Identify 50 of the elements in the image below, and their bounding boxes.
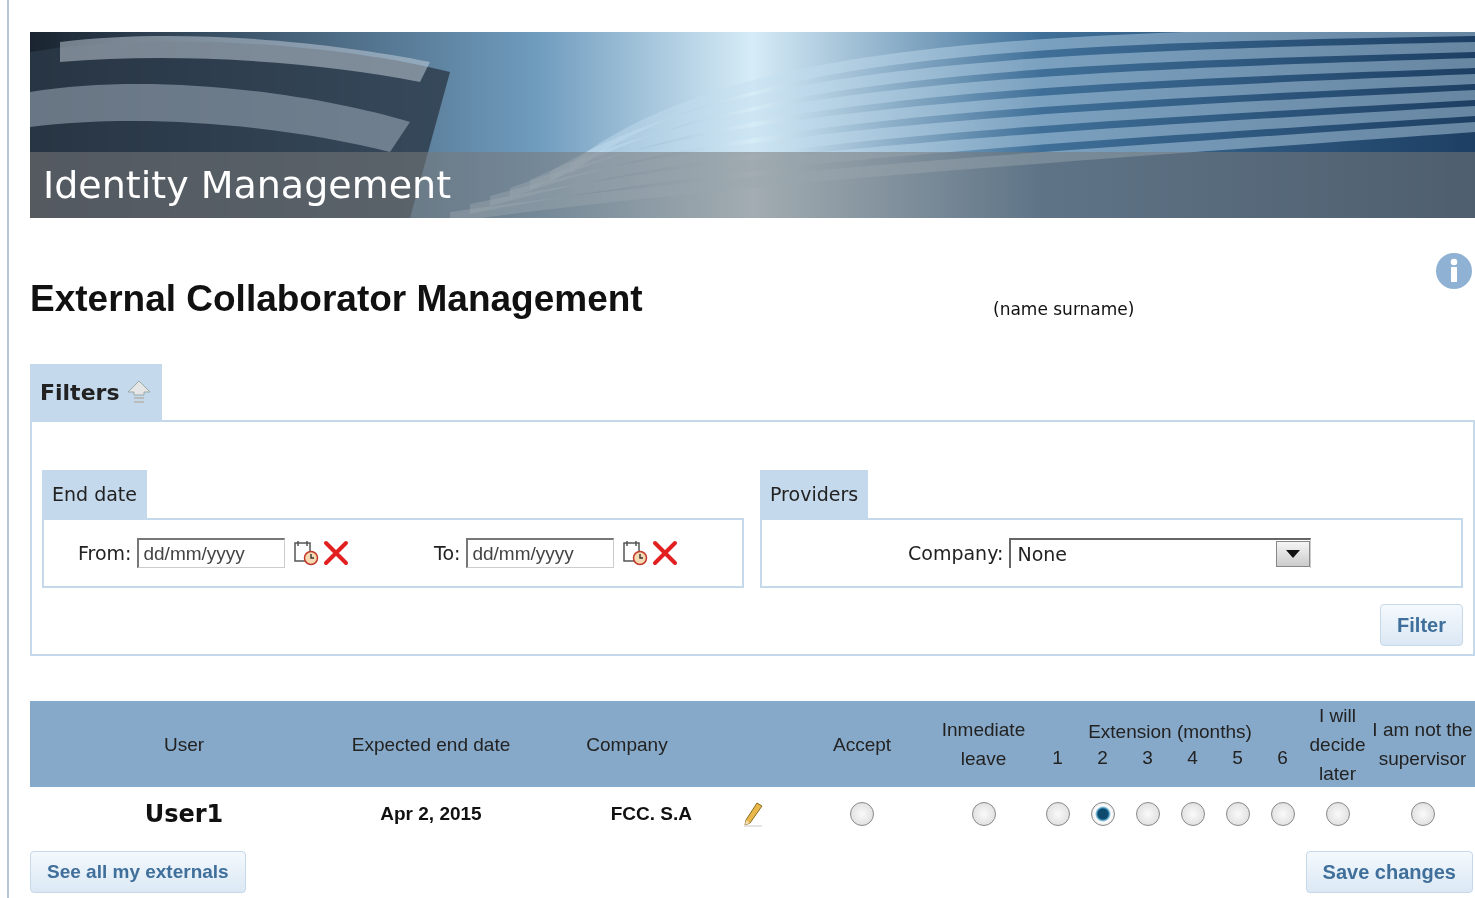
field-label: From: — [78, 542, 132, 564]
caret-icon — [1286, 550, 1301, 558]
column-header: Extension (months) — [1087, 720, 1253, 743]
section-label: Providers — [760, 470, 869, 518]
pencil-icon[interactable] — [742, 801, 764, 827]
see-all-button[interactable]: See all my externals — [30, 851, 246, 893]
radio-button[interactable] — [1180, 802, 1205, 826]
user-name: (name surname) — [993, 299, 1135, 319]
radio-button[interactable] — [1135, 802, 1160, 826]
field-label: Company: — [908, 542, 1004, 564]
info-icon[interactable] — [1435, 252, 1473, 292]
radio-button[interactable] — [1410, 802, 1435, 826]
radio-button[interactable] — [1090, 802, 1115, 826]
field-label: To: — [434, 542, 461, 564]
table-cell-text: FCC. S.A — [609, 802, 693, 826]
column-header: I am not the supervisor — [1371, 718, 1474, 771]
column-header: 6 — [1276, 746, 1289, 770]
column-header: 3 — [1141, 746, 1154, 770]
calendar-clock-icon[interactable] — [293, 540, 320, 566]
column-header: I will decide later — [1308, 703, 1367, 786]
page-title: External Collaborator Management — [30, 278, 644, 320]
radio-button[interactable] — [971, 802, 996, 826]
column-header: 2 — [1096, 746, 1109, 770]
radio-button[interactable] — [1045, 802, 1070, 826]
calendar-clock-icon[interactable] — [622, 540, 649, 566]
column-header: 4 — [1186, 746, 1199, 770]
radio-button[interactable] — [1270, 802, 1295, 826]
date-field[interactable]: dd/mm/yyyy — [137, 538, 286, 568]
radio-button[interactable] — [1325, 802, 1350, 826]
table-cell-text: Apr 2, 2015 — [379, 802, 483, 826]
section-label: End date — [42, 470, 147, 518]
date-field[interactable]: dd/mm/yyyy — [466, 538, 615, 568]
column-header: 1 — [1051, 746, 1064, 770]
column-header: Inmediate leave — [940, 718, 1027, 771]
column-header: Accept — [831, 732, 893, 757]
column-header: 5 — [1231, 746, 1244, 770]
column-header: Expected end date — [350, 732, 512, 757]
filters-tab[interactable]: Filters — [30, 364, 162, 420]
save-button[interactable]: Save changes — [1305, 851, 1473, 893]
banner-title: Identity Management — [30, 152, 1475, 218]
column-header: User — [162, 732, 206, 757]
radio-button[interactable] — [850, 802, 874, 826]
clear-icon[interactable] — [652, 540, 679, 566]
clear-icon[interactable] — [323, 540, 350, 566]
table-cell-text: User1 — [143, 799, 225, 830]
radio-button[interactable] — [1225, 802, 1250, 826]
collapse-arrow-icon — [125, 379, 152, 405]
column-header: Company — [585, 732, 669, 757]
company-dropdown[interactable]: None — [1009, 538, 1312, 568]
filter-button[interactable]: Filter — [1380, 604, 1463, 646]
